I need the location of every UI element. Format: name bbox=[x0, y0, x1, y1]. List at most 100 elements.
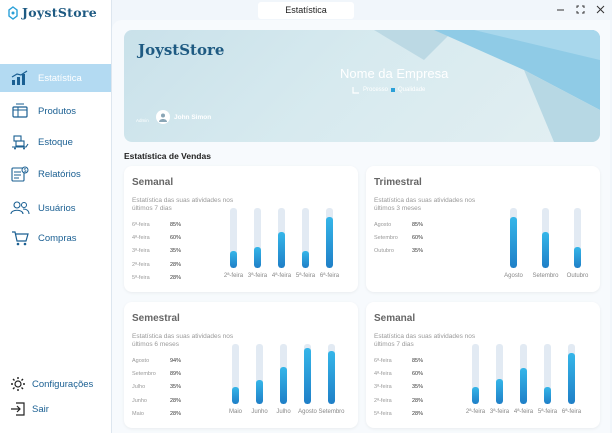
stat-value: 60% bbox=[412, 235, 424, 242]
bar-track bbox=[472, 344, 479, 404]
bar-fill bbox=[326, 217, 333, 268]
bar-track bbox=[232, 344, 239, 404]
bar-track bbox=[230, 208, 237, 268]
card-description: Estatística das suas atividades nos últi… bbox=[374, 197, 476, 212]
card-title: Semanal bbox=[132, 177, 174, 188]
stat-value: 35% bbox=[170, 384, 182, 391]
user-profile[interactable]: John Simon bbox=[156, 110, 211, 124]
sidebar-item-label: Relatórios bbox=[38, 168, 81, 180]
sidebar-item-estatistica[interactable]: Estatística bbox=[0, 64, 111, 92]
maximize-icon[interactable] bbox=[574, 3, 586, 15]
avatar bbox=[156, 110, 170, 124]
user-role: Admin bbox=[136, 118, 149, 123]
banner-logo: JoystStore bbox=[138, 41, 225, 59]
bar-track bbox=[304, 344, 311, 404]
card-title: Trimestral bbox=[374, 177, 422, 188]
sidebar-item-relatorios[interactable]: $ Relatórios bbox=[0, 160, 111, 188]
stat-label: 6ª-feira bbox=[374, 358, 392, 364]
stat-row: 3ª-feira 35% bbox=[374, 384, 423, 390]
stats-card-semestral: Semestral Estatística das suas atividades… bbox=[124, 302, 358, 428]
stat-row: 3ª-feira 35% bbox=[132, 248, 181, 254]
logout-button[interactable]: Sair bbox=[10, 401, 49, 417]
company-name: Nome da Empresa bbox=[340, 66, 449, 81]
stat-row: Setembro 60% bbox=[374, 235, 423, 241]
stat-row: Maio 28% bbox=[132, 411, 181, 417]
stats-card-semanal-2: Semanal Estatística das suas atividades n… bbox=[366, 302, 600, 428]
stat-value: 35% bbox=[412, 384, 424, 391]
stat-row: Junho 28% bbox=[132, 398, 181, 404]
stat-label: 2ª-feira bbox=[132, 261, 150, 268]
stat-label: Julho bbox=[132, 384, 146, 391]
stat-row: 4ª-feira 60% bbox=[132, 235, 181, 241]
stat-label: Setembro bbox=[132, 371, 156, 378]
bar-fill bbox=[542, 232, 549, 268]
stat-label: 3ª-feira bbox=[132, 248, 150, 255]
stat-row: Agosto 94% bbox=[132, 358, 181, 364]
logo-text: JoystStore bbox=[22, 5, 98, 20]
bar-label: Setembro bbox=[318, 409, 345, 415]
bar-track bbox=[256, 344, 263, 404]
company-banner: JoystStore Nome da Empresa Processo Qual… bbox=[124, 30, 600, 142]
card-title: Semestral bbox=[132, 313, 180, 324]
settings-label: Configurações bbox=[32, 378, 94, 390]
stat-value: 60% bbox=[170, 235, 182, 242]
app-logo: JoystStore bbox=[8, 5, 97, 20]
stat-row: Agosto 85% bbox=[374, 222, 423, 228]
close-icon[interactable] bbox=[594, 3, 606, 15]
bar-fill bbox=[520, 368, 527, 404]
bar-track bbox=[328, 344, 335, 404]
minimize-icon[interactable] bbox=[554, 3, 566, 15]
logout-icon bbox=[11, 402, 25, 416]
stats-card-trimestral: Trimestral Estatística das suas atividade… bbox=[366, 166, 600, 292]
stat-label: 4ª-feira bbox=[374, 371, 392, 378]
stat-value: 85% bbox=[412, 222, 424, 228]
user-icon bbox=[159, 113, 167, 122]
bar-fill bbox=[574, 247, 581, 268]
stock-icon bbox=[10, 133, 30, 151]
stat-label: 2ª-feira bbox=[374, 397, 392, 404]
reports-icon: $ bbox=[10, 165, 30, 183]
stat-row: 6ª-feira 85% bbox=[374, 358, 423, 364]
stat-value: 35% bbox=[170, 248, 182, 255]
bar-track bbox=[568, 344, 575, 404]
bar-fill bbox=[256, 380, 263, 404]
logout-label: Sair bbox=[32, 403, 49, 415]
stat-value: 85% bbox=[412, 358, 424, 364]
bar-fill bbox=[568, 353, 575, 404]
sidebar-item-estoque[interactable]: Estoque bbox=[0, 128, 111, 156]
bar-track bbox=[254, 208, 261, 268]
bar-fill bbox=[304, 348, 311, 404]
stat-label: Agosto bbox=[374, 222, 392, 228]
stat-value: 28% bbox=[170, 397, 182, 404]
stat-label: Agosto bbox=[132, 358, 150, 364]
card-title: Semanal bbox=[374, 313, 416, 324]
sidebar-item-produtos[interactable]: Produtos bbox=[0, 97, 111, 125]
bar-fill bbox=[328, 351, 335, 404]
stat-row: 6ª-feira 85% bbox=[132, 222, 181, 228]
stat-value: 89% bbox=[170, 371, 182, 378]
bar-fill bbox=[230, 251, 237, 268]
chart-icon bbox=[10, 69, 30, 87]
bar-track bbox=[510, 208, 517, 268]
sidebar-item-usuarios[interactable]: Usuários bbox=[0, 194, 111, 222]
gear-icon bbox=[11, 377, 25, 391]
stat-value: 28% bbox=[170, 261, 182, 268]
bar-track bbox=[326, 208, 333, 268]
stat-value: 28% bbox=[412, 397, 424, 404]
stat-value: 28% bbox=[170, 274, 182, 281]
bar-fill bbox=[544, 387, 551, 404]
svg-text:$: $ bbox=[24, 168, 27, 174]
stat-row: 4ª-feira 60% bbox=[374, 371, 423, 377]
sidebar-item-label: Estoque bbox=[38, 136, 73, 148]
sidebar-item-label: Produtos bbox=[38, 105, 77, 117]
bar-fill bbox=[278, 232, 285, 268]
stat-label: 5ª-feira bbox=[374, 410, 392, 417]
stat-row: 2ª-feira 28% bbox=[374, 398, 423, 404]
logo-icon bbox=[8, 5, 18, 20]
settings-button[interactable]: Configurações bbox=[10, 376, 93, 392]
bar-fill bbox=[232, 387, 239, 404]
bar-fill bbox=[280, 367, 287, 404]
sidebar-item-compras[interactable]: Compras bbox=[0, 224, 111, 252]
stat-label: Junho bbox=[132, 397, 147, 404]
bar-fill bbox=[254, 247, 261, 268]
